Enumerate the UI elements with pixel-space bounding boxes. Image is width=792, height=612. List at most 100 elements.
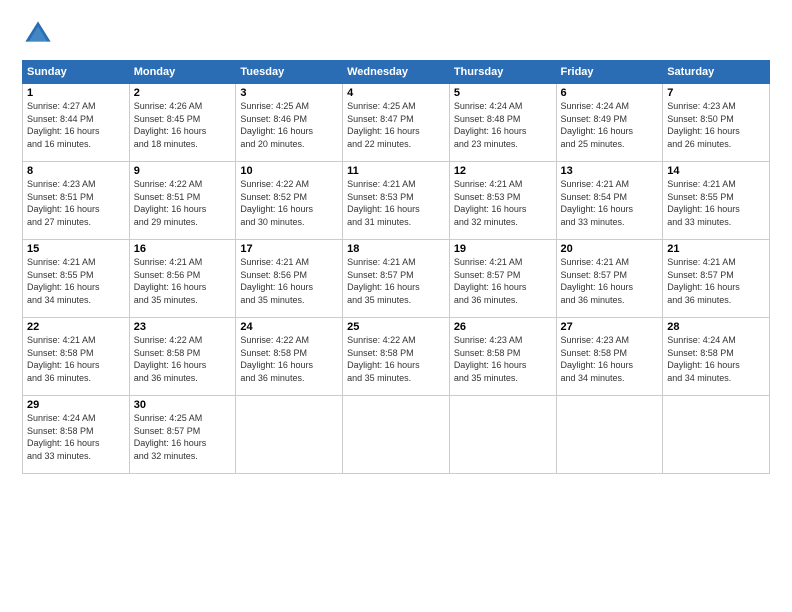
day-number: 20 (561, 243, 659, 255)
day-number: 29 (27, 399, 125, 411)
day-number: 11 (347, 165, 445, 177)
calendar-day-15: 15Sunrise: 4:21 AM Sunset: 8:55 PM Dayli… (23, 240, 130, 318)
day-info: Sunrise: 4:21 AM Sunset: 8:57 PM Dayligh… (454, 256, 552, 306)
day-number: 19 (454, 243, 552, 255)
calendar-day-18: 18Sunrise: 4:21 AM Sunset: 8:57 PM Dayli… (343, 240, 450, 318)
day-info: Sunrise: 4:22 AM Sunset: 8:58 PM Dayligh… (240, 334, 338, 384)
calendar-day-21: 21Sunrise: 4:21 AM Sunset: 8:57 PM Dayli… (663, 240, 770, 318)
calendar-header-row: SundayMondayTuesdayWednesdayThursdayFrid… (23, 61, 770, 84)
day-info: Sunrise: 4:22 AM Sunset: 8:52 PM Dayligh… (240, 178, 338, 228)
calendar-day-29: 29Sunrise: 4:24 AM Sunset: 8:58 PM Dayli… (23, 396, 130, 474)
day-number: 10 (240, 165, 338, 177)
calendar-empty (663, 396, 770, 474)
calendar-header-sunday: Sunday (23, 61, 130, 84)
day-number: 16 (134, 243, 232, 255)
calendar-empty (449, 396, 556, 474)
day-number: 28 (667, 321, 765, 333)
day-info: Sunrise: 4:21 AM Sunset: 8:57 PM Dayligh… (347, 256, 445, 306)
day-info: Sunrise: 4:21 AM Sunset: 8:54 PM Dayligh… (561, 178, 659, 228)
day-number: 30 (134, 399, 232, 411)
calendar-day-1: 1Sunrise: 4:27 AM Sunset: 8:44 PM Daylig… (23, 84, 130, 162)
day-number: 21 (667, 243, 765, 255)
calendar-week-1: 1Sunrise: 4:27 AM Sunset: 8:44 PM Daylig… (23, 84, 770, 162)
day-number: 18 (347, 243, 445, 255)
calendar-header-tuesday: Tuesday (236, 61, 343, 84)
day-number: 22 (27, 321, 125, 333)
calendar-day-30: 30Sunrise: 4:25 AM Sunset: 8:57 PM Dayli… (129, 396, 236, 474)
calendar-header-wednesday: Wednesday (343, 61, 450, 84)
calendar-day-9: 9Sunrise: 4:22 AM Sunset: 8:51 PM Daylig… (129, 162, 236, 240)
day-info: Sunrise: 4:21 AM Sunset: 8:56 PM Dayligh… (240, 256, 338, 306)
day-number: 5 (454, 87, 552, 99)
day-info: Sunrise: 4:27 AM Sunset: 8:44 PM Dayligh… (27, 100, 125, 150)
calendar-body: 1Sunrise: 4:27 AM Sunset: 8:44 PM Daylig… (23, 84, 770, 474)
calendar-day-19: 19Sunrise: 4:21 AM Sunset: 8:57 PM Dayli… (449, 240, 556, 318)
day-number: 26 (454, 321, 552, 333)
day-info: Sunrise: 4:22 AM Sunset: 8:51 PM Dayligh… (134, 178, 232, 228)
day-info: Sunrise: 4:24 AM Sunset: 8:58 PM Dayligh… (667, 334, 765, 384)
calendar-day-14: 14Sunrise: 4:21 AM Sunset: 8:55 PM Dayli… (663, 162, 770, 240)
calendar-empty (556, 396, 663, 474)
calendar-week-3: 15Sunrise: 4:21 AM Sunset: 8:55 PM Dayli… (23, 240, 770, 318)
day-info: Sunrise: 4:25 AM Sunset: 8:47 PM Dayligh… (347, 100, 445, 150)
header (22, 18, 770, 50)
day-number: 7 (667, 87, 765, 99)
calendar-day-17: 17Sunrise: 4:21 AM Sunset: 8:56 PM Dayli… (236, 240, 343, 318)
calendar-header-thursday: Thursday (449, 61, 556, 84)
day-info: Sunrise: 4:24 AM Sunset: 8:48 PM Dayligh… (454, 100, 552, 150)
calendar-day-11: 11Sunrise: 4:21 AM Sunset: 8:53 PM Dayli… (343, 162, 450, 240)
day-number: 8 (27, 165, 125, 177)
day-info: Sunrise: 4:22 AM Sunset: 8:58 PM Dayligh… (134, 334, 232, 384)
day-info: Sunrise: 4:23 AM Sunset: 8:58 PM Dayligh… (561, 334, 659, 384)
page: SundayMondayTuesdayWednesdayThursdayFrid… (0, 0, 792, 612)
calendar-day-24: 24Sunrise: 4:22 AM Sunset: 8:58 PM Dayli… (236, 318, 343, 396)
day-number: 3 (240, 87, 338, 99)
day-number: 25 (347, 321, 445, 333)
calendar-week-2: 8Sunrise: 4:23 AM Sunset: 8:51 PM Daylig… (23, 162, 770, 240)
day-info: Sunrise: 4:21 AM Sunset: 8:57 PM Dayligh… (667, 256, 765, 306)
calendar-day-3: 3Sunrise: 4:25 AM Sunset: 8:46 PM Daylig… (236, 84, 343, 162)
day-info: Sunrise: 4:25 AM Sunset: 8:57 PM Dayligh… (134, 412, 232, 462)
calendar-day-2: 2Sunrise: 4:26 AM Sunset: 8:45 PM Daylig… (129, 84, 236, 162)
day-info: Sunrise: 4:24 AM Sunset: 8:49 PM Dayligh… (561, 100, 659, 150)
calendar-empty (236, 396, 343, 474)
calendar-day-27: 27Sunrise: 4:23 AM Sunset: 8:58 PM Dayli… (556, 318, 663, 396)
calendar-day-23: 23Sunrise: 4:22 AM Sunset: 8:58 PM Dayli… (129, 318, 236, 396)
day-info: Sunrise: 4:23 AM Sunset: 8:58 PM Dayligh… (454, 334, 552, 384)
calendar-empty (343, 396, 450, 474)
calendar-day-20: 20Sunrise: 4:21 AM Sunset: 8:57 PM Dayli… (556, 240, 663, 318)
calendar-day-6: 6Sunrise: 4:24 AM Sunset: 8:49 PM Daylig… (556, 84, 663, 162)
day-info: Sunrise: 4:23 AM Sunset: 8:50 PM Dayligh… (667, 100, 765, 150)
calendar-day-10: 10Sunrise: 4:22 AM Sunset: 8:52 PM Dayli… (236, 162, 343, 240)
calendar-day-4: 4Sunrise: 4:25 AM Sunset: 8:47 PM Daylig… (343, 84, 450, 162)
day-number: 13 (561, 165, 659, 177)
day-number: 14 (667, 165, 765, 177)
day-info: Sunrise: 4:26 AM Sunset: 8:45 PM Dayligh… (134, 100, 232, 150)
day-number: 6 (561, 87, 659, 99)
day-number: 12 (454, 165, 552, 177)
day-info: Sunrise: 4:21 AM Sunset: 8:53 PM Dayligh… (454, 178, 552, 228)
day-info: Sunrise: 4:24 AM Sunset: 8:58 PM Dayligh… (27, 412, 125, 462)
calendar-day-28: 28Sunrise: 4:24 AM Sunset: 8:58 PM Dayli… (663, 318, 770, 396)
day-number: 4 (347, 87, 445, 99)
day-number: 27 (561, 321, 659, 333)
calendar-week-4: 22Sunrise: 4:21 AM Sunset: 8:58 PM Dayli… (23, 318, 770, 396)
day-info: Sunrise: 4:21 AM Sunset: 8:55 PM Dayligh… (27, 256, 125, 306)
calendar-header-monday: Monday (129, 61, 236, 84)
day-number: 15 (27, 243, 125, 255)
day-number: 23 (134, 321, 232, 333)
day-info: Sunrise: 4:21 AM Sunset: 8:57 PM Dayligh… (561, 256, 659, 306)
calendar-table: SundayMondayTuesdayWednesdayThursdayFrid… (22, 60, 770, 474)
logo (22, 18, 58, 50)
calendar-day-7: 7Sunrise: 4:23 AM Sunset: 8:50 PM Daylig… (663, 84, 770, 162)
calendar-day-16: 16Sunrise: 4:21 AM Sunset: 8:56 PM Dayli… (129, 240, 236, 318)
day-info: Sunrise: 4:21 AM Sunset: 8:53 PM Dayligh… (347, 178, 445, 228)
calendar-header-friday: Friday (556, 61, 663, 84)
day-number: 1 (27, 87, 125, 99)
calendar-day-5: 5Sunrise: 4:24 AM Sunset: 8:48 PM Daylig… (449, 84, 556, 162)
day-info: Sunrise: 4:21 AM Sunset: 8:58 PM Dayligh… (27, 334, 125, 384)
calendar-day-8: 8Sunrise: 4:23 AM Sunset: 8:51 PM Daylig… (23, 162, 130, 240)
calendar-day-13: 13Sunrise: 4:21 AM Sunset: 8:54 PM Dayli… (556, 162, 663, 240)
calendar-day-26: 26Sunrise: 4:23 AM Sunset: 8:58 PM Dayli… (449, 318, 556, 396)
day-number: 9 (134, 165, 232, 177)
